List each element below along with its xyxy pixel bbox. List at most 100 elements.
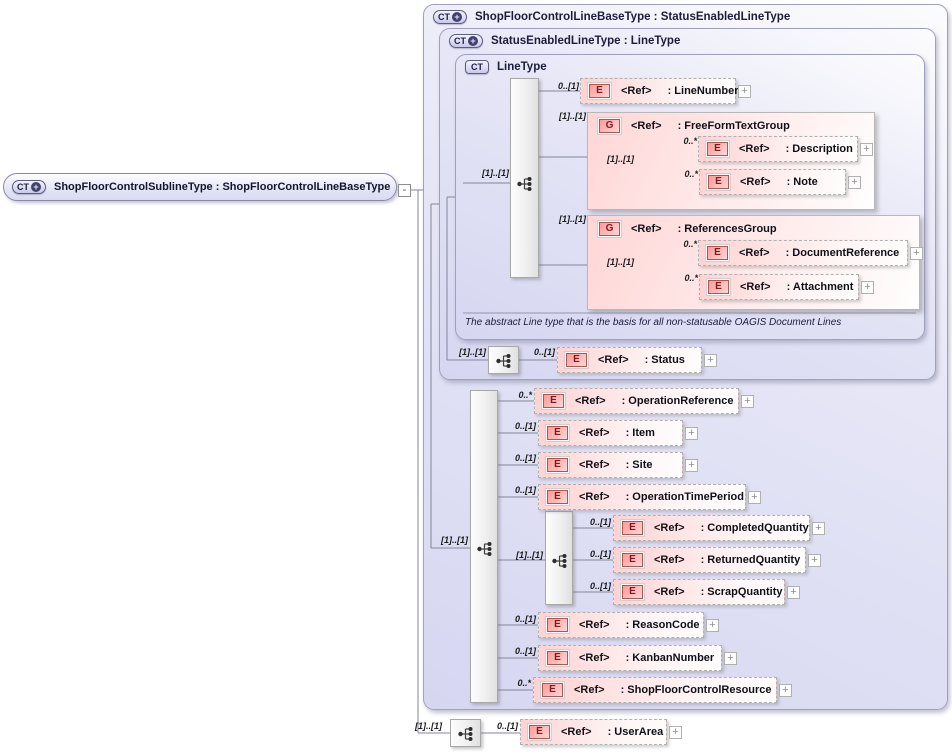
cardinality-label: 0..[1] bbox=[579, 517, 611, 527]
element-name: : UserArea bbox=[608, 726, 664, 738]
element-reason-code[interactable]: E <Ref> : ReasonCode + bbox=[538, 612, 704, 638]
ref-label: <Ref> bbox=[561, 726, 592, 738]
ref-label: <Ref> bbox=[579, 652, 610, 664]
expand-button[interactable]: + bbox=[704, 354, 717, 367]
element-icon: E bbox=[527, 723, 552, 741]
cardinality-label: 0..* bbox=[665, 239, 697, 249]
sequence-icon bbox=[476, 541, 494, 557]
cardinality-label: 0..* bbox=[665, 136, 697, 146]
expand-button[interactable]: + bbox=[748, 491, 761, 504]
element-item[interactable]: E <Ref> : Item + bbox=[538, 420, 683, 446]
element-name: : ScrapQuantity bbox=[701, 586, 783, 598]
element-name: : KanbanNumber bbox=[626, 652, 715, 664]
ref-label: <Ref> bbox=[579, 491, 610, 503]
element-returned-quantity[interactable]: E <Ref> : ReturnedQuantity + bbox=[613, 547, 806, 573]
element-icon: E bbox=[587, 82, 612, 100]
element-line-number[interactable]: E <Ref> : LineNumber + bbox=[580, 78, 736, 104]
element-name: : LineNumber bbox=[668, 85, 739, 97]
derived-plus-icon bbox=[31, 182, 41, 192]
expand-button[interactable]: + bbox=[787, 586, 800, 599]
cardinality-label: 0..[1] bbox=[504, 646, 536, 656]
expand-button[interactable]: + bbox=[861, 281, 874, 294]
expand-button[interactable]: + bbox=[685, 427, 698, 440]
root-node-shopfloorcontrolsublinetype[interactable]: CT ShopFloorControlSublineType : ShopFlo… bbox=[3, 173, 397, 201]
sequence-compositor-base[interactable] bbox=[470, 390, 498, 703]
element-name: : DocumentReference bbox=[786, 247, 900, 259]
cardinality-label: [1]..[1] bbox=[454, 347, 486, 357]
cardinality-label: [1]..[1] bbox=[477, 168, 509, 178]
cardinality-label: [1]..[1] bbox=[436, 535, 468, 545]
expand-button[interactable]: + bbox=[860, 143, 873, 156]
element-icon: E bbox=[705, 140, 730, 158]
sequence-compositor-quantity[interactable] bbox=[545, 511, 573, 605]
element-icon: E bbox=[706, 173, 731, 191]
expand-button[interactable]: + bbox=[848, 176, 861, 189]
element-icon: E bbox=[541, 392, 566, 410]
element-site[interactable]: E <Ref> : Site + bbox=[538, 452, 683, 478]
element-attachment[interactable]: E <Ref> : Attachment + bbox=[699, 274, 859, 300]
cardinality-label: 0..[1] bbox=[504, 485, 536, 495]
collapse-button[interactable]: - bbox=[398, 184, 411, 197]
element-icon: E bbox=[545, 456, 570, 474]
group-name: : ReferencesGroup bbox=[678, 223, 777, 235]
cardinality-label: 0..* bbox=[666, 169, 698, 179]
cardinality-label: 0..* bbox=[500, 390, 532, 400]
cardinality-label: [1]..[1] bbox=[602, 257, 634, 267]
expand-button[interactable]: + bbox=[741, 395, 754, 408]
ref-label: <Ref> bbox=[631, 223, 662, 235]
cardinality-label: [1]..[1] bbox=[554, 214, 586, 224]
expand-button[interactable]: + bbox=[669, 726, 682, 739]
ref-label: <Ref> bbox=[579, 427, 610, 439]
element-name: : OperationReference bbox=[622, 395, 734, 407]
expand-button[interactable]: + bbox=[808, 554, 821, 567]
element-name: : ShopFloorControlResource bbox=[621, 684, 772, 696]
expand-button[interactable]: + bbox=[685, 459, 698, 472]
element-icon: E bbox=[705, 244, 730, 262]
element-status[interactable]: E <Ref> : Status + bbox=[557, 347, 702, 373]
ref-label: <Ref> bbox=[631, 120, 662, 132]
sequence-icon bbox=[457, 726, 475, 742]
element-icon: E bbox=[706, 278, 731, 296]
element-user-area[interactable]: E <Ref> : UserArea + bbox=[520, 719, 667, 745]
element-name: : Attachment bbox=[787, 281, 854, 293]
ref-label: <Ref> bbox=[575, 395, 606, 407]
sequence-compositor-status[interactable] bbox=[488, 346, 519, 374]
cardinality-label: 0..* bbox=[666, 273, 698, 283]
expand-button[interactable]: + bbox=[812, 522, 825, 535]
element-icon: E bbox=[620, 583, 645, 601]
cardinality-label: 0..[1] bbox=[579, 549, 611, 559]
element-shop-floor-control-resource[interactable]: E <Ref> : ShopFloorControlResource + bbox=[533, 677, 777, 703]
expand-button[interactable]: + bbox=[779, 684, 792, 697]
element-icon: E bbox=[564, 351, 589, 369]
sequence-compositor-linetype[interactable] bbox=[510, 78, 539, 278]
ref-label: <Ref> bbox=[740, 281, 771, 293]
ref-label: <Ref> bbox=[739, 247, 770, 259]
line-type-annotation: The abstract Line type that is the basis… bbox=[465, 317, 910, 328]
element-name: : CompletedQuantity bbox=[701, 522, 809, 534]
element-completed-quantity[interactable]: E <Ref> : CompletedQuantity + bbox=[613, 515, 810, 541]
xsd-schema-diagram: CT ShopFloorControlLineBaseType : Status… bbox=[0, 0, 952, 752]
expand-button[interactable]: + bbox=[910, 247, 923, 260]
element-description[interactable]: E <Ref> : Description + bbox=[698, 136, 858, 162]
element-document-reference[interactable]: E <Ref> : DocumentReference + bbox=[698, 240, 908, 266]
root-node-title: ShopFloorControlSublineType : ShopFloorC… bbox=[54, 181, 390, 193]
cardinality-label: [1]..[1] bbox=[602, 154, 634, 164]
ref-label: <Ref> bbox=[579, 459, 610, 471]
element-scrap-quantity[interactable]: E <Ref> : ScrapQuantity + bbox=[613, 579, 785, 605]
element-operation-time-period[interactable]: E <Ref> : OperationTimePeriod + bbox=[538, 484, 746, 510]
expand-button[interactable]: + bbox=[706, 619, 719, 632]
element-kanban-number[interactable]: E <Ref> : KanbanNumber + bbox=[538, 645, 722, 671]
element-name: : ReturnedQuantity bbox=[701, 554, 801, 566]
cardinality-label: 0..[1] bbox=[504, 614, 536, 624]
group-icon: G bbox=[597, 117, 622, 135]
element-icon: E bbox=[545, 488, 570, 506]
element-operation-reference[interactable]: E <Ref> : OperationReference + bbox=[534, 388, 739, 414]
cardinality-label: 0..* bbox=[499, 678, 531, 688]
element-note[interactable]: E <Ref> : Note + bbox=[699, 169, 846, 195]
cardinality-label: 0..[1] bbox=[579, 581, 611, 591]
cardinality-label: 0..[1] bbox=[504, 453, 536, 463]
sequence-compositor-userarea[interactable] bbox=[450, 719, 481, 747]
cardinality-label: [1]..[1] bbox=[511, 550, 543, 560]
expand-button[interactable]: + bbox=[738, 85, 751, 98]
expand-button[interactable]: + bbox=[724, 652, 737, 665]
